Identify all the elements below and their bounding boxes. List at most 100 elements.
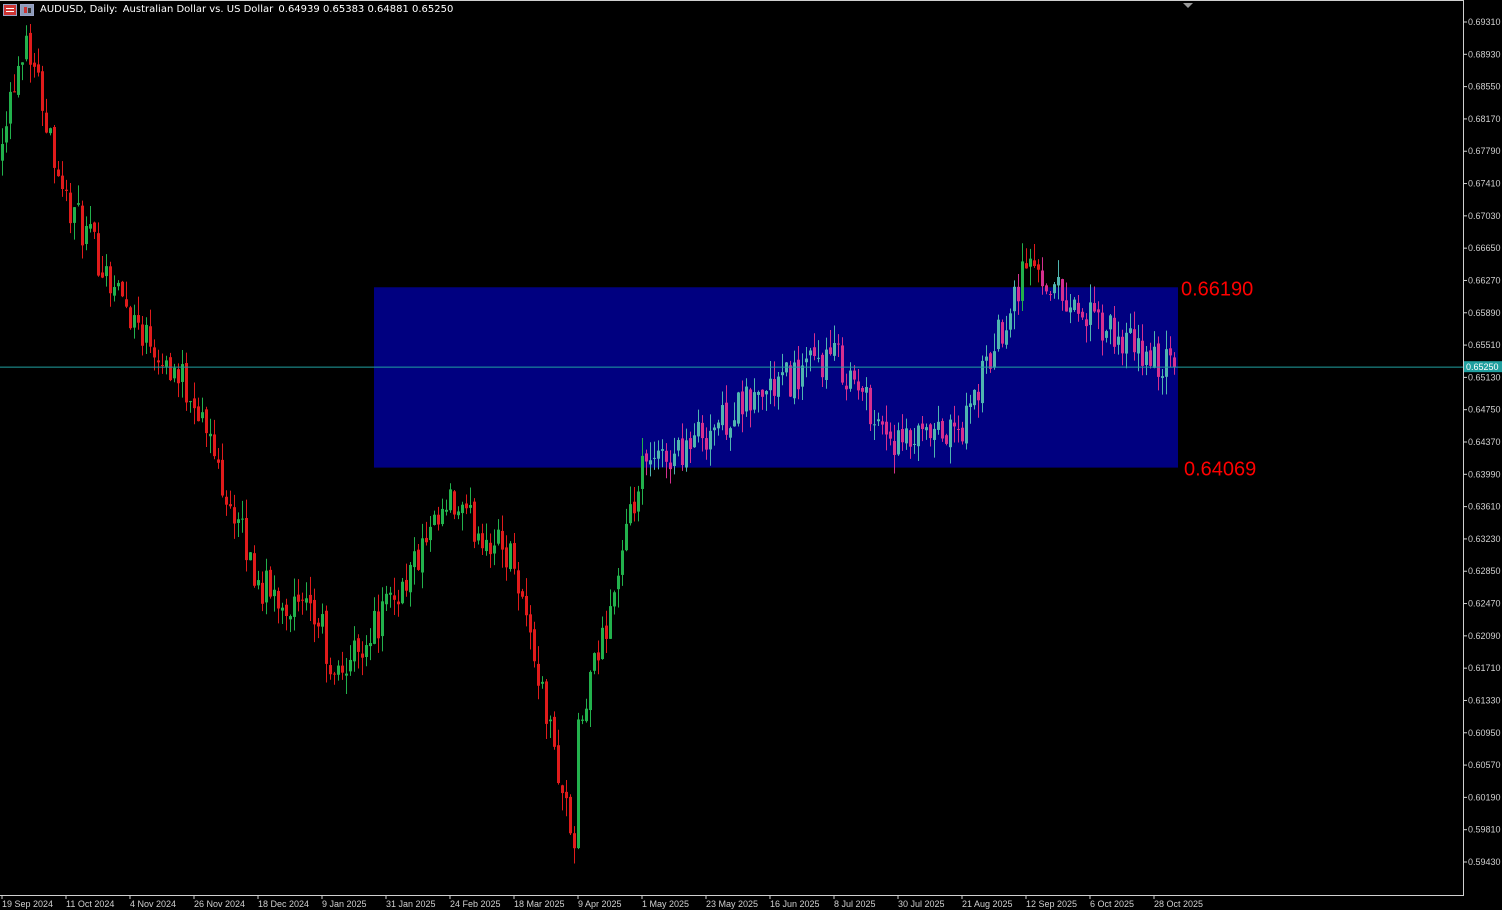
candle-body [45,112,48,133]
candle-body [661,449,664,451]
candle-body [365,645,368,657]
candle-body [761,389,764,397]
y-tick-label: 0.66270 [1468,275,1501,285]
candle-body [841,345,844,383]
x-tick-label: 6 Oct 2025 [1090,899,1134,909]
candle-body [17,65,20,95]
candle-body [477,533,480,541]
candle-body [777,376,780,397]
candle-body [313,599,316,625]
chart-window-icon[interactable] [20,4,34,16]
candle-body [1173,357,1176,368]
candle-body [825,349,828,381]
candle-body [765,391,768,395]
candle-body [885,421,888,435]
candle-body [617,575,620,590]
candle-body [221,459,224,496]
x-tick-label: 26 Nov 2024 [194,899,245,909]
candle-body [409,564,412,593]
candle-body [1101,312,1104,341]
candle-body [657,450,660,459]
candle-body [569,796,572,834]
candle-body [653,457,656,459]
candle-body [149,326,152,347]
candle-body [105,266,108,277]
shift-marker-icon[interactable] [1183,3,1193,8]
y-tick-label: 0.68550 [1468,82,1501,92]
candle-body [101,272,104,278]
candle-body [789,365,792,397]
candle-body [773,379,776,396]
candle-body [801,365,804,387]
x-tick-label: 19 Sep 2024 [2,899,53,909]
price-chart[interactable]: 0.66190 0.64069 0.693100.689300.685500.6… [0,0,1502,910]
candle-body [613,592,616,607]
candle-body [565,791,568,799]
candle-body [453,491,456,515]
candle-body [421,538,424,573]
candle-body [905,428,908,444]
candle-body [189,401,192,403]
candle-body [441,508,444,525]
y-tick-label: 0.68170 [1468,114,1501,124]
candle-body [1001,322,1004,344]
candle-body [701,422,704,439]
candle-body [817,357,820,359]
candle-body [537,663,540,686]
candle-body [169,357,172,381]
candle-body [209,433,212,437]
current-price-badge-label: 0.65250 [1466,362,1499,372]
candle-body [1145,351,1148,365]
candle-body [349,659,352,672]
symbol-description: Australian Dollar vs. US Dollar [122,4,274,15]
candle-body [829,347,832,355]
candle-body [1081,311,1084,318]
support-resistance-zone[interactable] [374,287,1178,468]
candle-body [109,266,112,294]
candle-body [625,523,628,551]
x-tick-label: 11 Oct 2024 [66,899,114,909]
y-tick-label: 0.60570 [1468,760,1501,770]
candle-body [65,189,68,191]
candle-body [473,501,476,542]
candle-body [545,681,548,724]
candle-body [693,435,696,448]
candle-body [485,539,488,552]
candle-body [281,607,284,611]
chart-header: AUDUSD, Daily: Australian Dollar vs. US … [3,3,455,17]
candle-body [501,530,504,550]
candle-body [85,225,88,244]
candle-body [13,91,16,93]
candle-body [713,427,716,431]
candle-body [513,543,516,569]
candle-body [897,430,900,455]
x-axis: 19 Sep 2024 11 Oct 2024 4 Nov 2024 26 Nov 2… [1,895,1203,909]
candle-body [337,665,340,675]
candle-body [77,203,80,205]
candle-body [345,673,348,676]
y-tick-label: 0.62090 [1468,631,1501,641]
candle-body [1093,303,1096,312]
candle-body [549,719,552,722]
candle-body [9,91,12,124]
candle-body [689,438,692,450]
candle-body [481,533,484,549]
candle-body [1073,299,1076,311]
candle-body [1005,330,1008,345]
candle-body [865,387,868,393]
candle-body [193,398,196,409]
candle-body [449,489,452,511]
candle-body [821,354,824,378]
zone-lower-label: 0.64069 [1184,459,1256,481]
candle-body [733,420,736,427]
candle-body [629,504,632,524]
ohlc-values: 0.64939 0.65383 0.64881 0.65250 [278,4,454,15]
candle-body [605,625,608,639]
candle-body [53,126,56,168]
candle-body [41,71,44,111]
y-tick-label: 0.66650 [1468,243,1501,253]
candle-body [229,504,232,507]
chart-menu-icon[interactable] [3,4,17,16]
candle-body [1117,336,1120,345]
candle-body [721,405,724,426]
